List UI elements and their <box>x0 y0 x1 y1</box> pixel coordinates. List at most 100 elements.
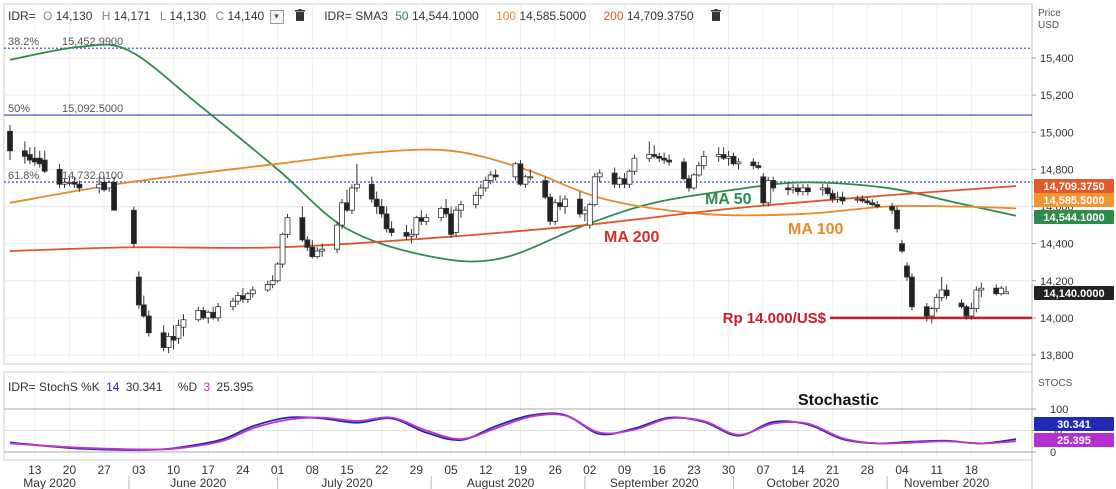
stoch-d-label: %D <box>177 380 198 394</box>
candle-body <box>41 159 48 172</box>
candle-body <box>938 289 945 298</box>
candle-body <box>31 157 38 163</box>
candle-body <box>750 161 757 167</box>
candle-body <box>557 202 563 207</box>
candle-body <box>834 196 841 200</box>
candle-body <box>334 224 340 250</box>
candle-body <box>244 293 251 300</box>
ma200-annotation: MA 200 <box>604 229 660 246</box>
candle-body <box>819 187 826 191</box>
candle-body <box>755 165 762 168</box>
candle-body <box>547 196 554 222</box>
candle-body <box>408 233 415 237</box>
candle-body <box>715 154 722 157</box>
candle-body <box>61 181 68 185</box>
month-label: May 2020 <box>23 476 76 489</box>
candle-body <box>423 217 430 222</box>
candle-body <box>299 217 306 241</box>
stoch-k-badge: 30.341 <box>1057 419 1091 431</box>
x-tick-label: 26 <box>548 463 562 477</box>
candle-body <box>378 206 385 215</box>
x-tick-label: 10 <box>167 463 181 477</box>
y-axis-label: Price <box>1038 8 1061 19</box>
x-tick-label: 09 <box>618 463 632 477</box>
ma200-badge: 14,709.3750 <box>1043 181 1104 193</box>
stoch-y-tick-label: 0 <box>1050 447 1056 459</box>
symbol-label: IDR= <box>8 9 36 23</box>
x-tick-label: 28 <box>861 463 875 477</box>
candle-body <box>933 297 940 309</box>
support-label: Rp 14.000/US$ <box>723 310 827 327</box>
stoch-d-length: 3 <box>203 380 211 394</box>
price-chart-svg: 15,40015,20015,00014,80014,60014,40014,2… <box>3 3 1114 489</box>
candle-body <box>344 202 350 211</box>
month-label: August 2020 <box>467 476 535 489</box>
month-label: November 2020 <box>904 476 990 489</box>
candle-body <box>785 187 791 191</box>
candle-body <box>140 304 147 317</box>
candle-body <box>145 315 152 334</box>
x-tick-label: 14 <box>791 463 805 477</box>
x-tick-label: 01 <box>271 463 285 477</box>
candle-body <box>695 165 702 176</box>
open-label: O <box>43 9 53 23</box>
x-tick-label: 21 <box>826 463 840 477</box>
candle-body <box>928 308 935 317</box>
candle-body <box>205 311 212 319</box>
candle-body <box>651 154 658 157</box>
last-price-badge: 14,140.0000 <box>1043 288 1104 300</box>
candle-body <box>973 289 980 309</box>
trash-icon[interactable] <box>710 9 721 24</box>
candle-body <box>869 202 876 206</box>
candle-body <box>230 300 236 308</box>
high-value: 14,171 <box>113 9 151 23</box>
trash-icon[interactable] <box>294 9 305 24</box>
candle-body <box>765 180 772 204</box>
candle-body <box>482 180 489 189</box>
y-tick-label: 14,200 <box>1040 276 1074 288</box>
candle-body <box>735 161 742 165</box>
candle-body <box>76 183 83 189</box>
fib-level-label: 50% <box>8 103 30 115</box>
x-tick-label: 02 <box>583 463 597 477</box>
candle-body <box>175 324 182 339</box>
candle-body <box>274 263 281 282</box>
candle-body <box>319 248 326 252</box>
y-tick-label: 14,000 <box>1040 313 1074 325</box>
candle-body <box>101 181 108 191</box>
candle-body <box>453 209 459 233</box>
candle-body <box>165 336 172 348</box>
candle-body <box>309 246 316 258</box>
x-tick-label: 05 <box>444 463 458 477</box>
candle-body <box>760 176 767 204</box>
y-tick-label: 14,400 <box>1040 239 1074 251</box>
x-tick-label: 12 <box>479 463 493 477</box>
candle-body <box>438 207 445 219</box>
candle-body <box>349 187 355 211</box>
candle-body <box>661 157 668 161</box>
x-tick-label: 15 <box>340 463 354 477</box>
fib-level-label: 38.2% <box>8 36 39 48</box>
high-label: H <box>101 9 111 23</box>
chevron-down-icon[interactable]: ▾ <box>269 9 284 24</box>
candle-body <box>477 187 484 196</box>
candle-body <box>413 217 420 235</box>
stoch-d-badge: 25.395 <box>1057 435 1091 447</box>
candle-body <box>304 239 311 248</box>
fib-level-value: 15,092.5000 <box>62 103 123 115</box>
candle-body <box>269 280 276 285</box>
candle-body <box>388 228 395 233</box>
ma50-annotation: MA 50 <box>705 191 752 208</box>
candle-body <box>839 196 846 202</box>
x-tick-label: 04 <box>895 463 909 477</box>
candle-body <box>418 217 425 222</box>
close-label: C <box>215 9 225 23</box>
candle-body <box>279 233 286 265</box>
candle-body <box>958 302 965 308</box>
candle-body <box>21 150 28 157</box>
y-tick-label: 15,000 <box>1040 127 1074 139</box>
open-value: 14,130 <box>55 9 93 23</box>
sma200-value: 14,709.3750 <box>626 9 694 23</box>
x-tick-label: 29 <box>410 463 424 477</box>
candle-body <box>700 155 707 167</box>
